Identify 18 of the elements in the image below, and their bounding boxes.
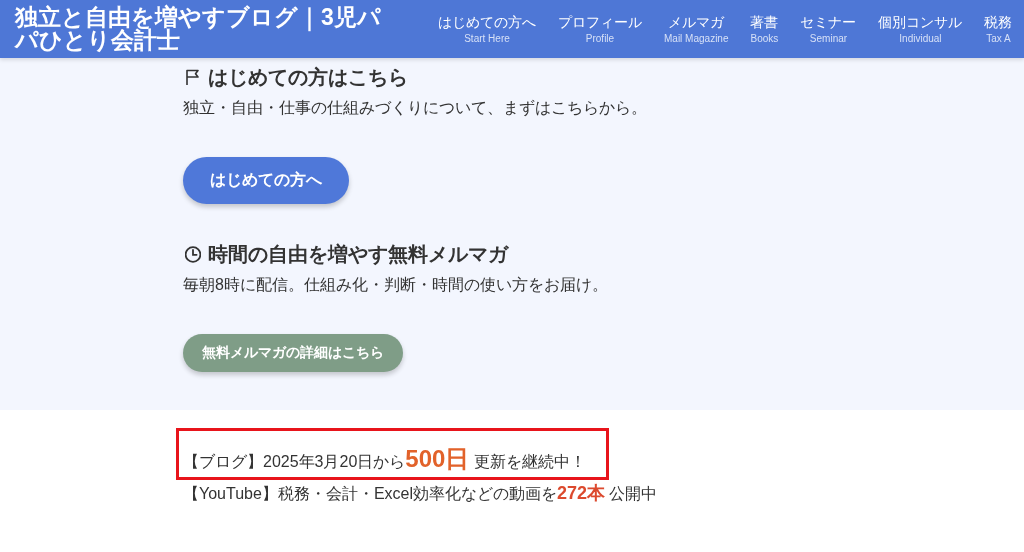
nav-link[interactable]: 個別コンサル Individual [867,12,974,46]
nav-link[interactable]: プロフィール Profile [547,12,653,46]
blog-streak-text: 【ブログ】2025年3月20日から500日 更新を継続中！ [183,444,586,474]
site-title[interactable]: 独立と自由を増やすブログ｜3児パパひとり会計士 [15,6,391,52]
nav-link[interactable]: 税務 Tax A [973,12,1024,46]
newsletter-details-button[interactable]: 無料メルマガの詳細はこちら [183,334,403,372]
video-count-text: 【YouTube】税務・会計・Excel効率化などの動画を272本 公開中 [183,482,658,505]
section-heading: 時間の自由を増やす無料メルマガ [208,242,508,267]
section-description: 毎朝8時に配信。仕組み化・判断・時間の使い方をお届け。 [183,275,608,295]
section-description: 独立・自由・仕事の仕組みづくりについて、まずはこちらから。 [183,98,647,118]
section-heading: はじめての方はこちら [208,65,408,90]
start-here-button[interactable]: はじめての方へ [183,157,349,204]
clock-icon [185,245,201,263]
nav-link[interactable]: セミナー Seminar [789,12,868,46]
nav-link[interactable]: 著書 Books [739,12,790,46]
flag-icon [185,68,201,86]
nav-link[interactable]: メルマガ Mail Magazine [653,12,740,46]
nav-link[interactable]: はじめての方へ Start Here [427,12,547,46]
